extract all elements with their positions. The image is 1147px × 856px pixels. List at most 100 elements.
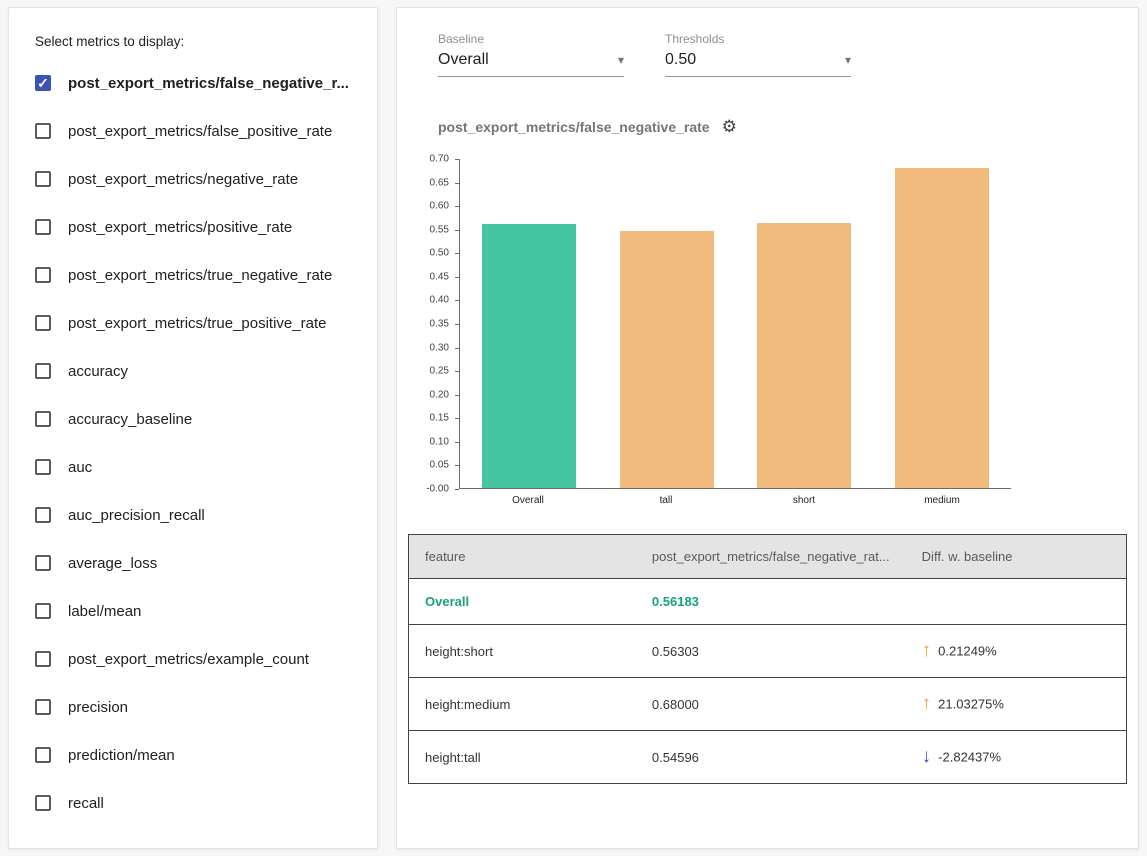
metric-label: accuracy xyxy=(68,363,128,380)
y-tick-label: 0.35 xyxy=(430,319,449,330)
metric-checkbox-row[interactable]: post_export_metrics/positive_rate xyxy=(33,203,353,251)
metric-checkbox-row[interactable]: prediction/mean xyxy=(33,731,353,779)
x-tick-label: short xyxy=(735,495,873,506)
diff-cell: ↑ 21.03275% xyxy=(906,678,1127,731)
metric-checkbox-row[interactable]: ✓post_export_metrics/false_negative_r... xyxy=(33,59,353,107)
metric-checkbox-row[interactable]: label/mean xyxy=(33,587,353,635)
bar-band xyxy=(736,159,874,488)
metric-label: post_export_metrics/true_positive_rate xyxy=(68,315,326,332)
y-tick-mark xyxy=(455,465,459,466)
metric-label: post_export_metrics/true_negative_rate xyxy=(68,267,332,284)
thresholds-select[interactable]: Thresholds 0.50 ▾ xyxy=(665,32,851,77)
metric-value-cell: 0.54596 xyxy=(636,731,906,784)
y-tick-mark xyxy=(455,183,459,184)
y-tick-label: 0.05 xyxy=(430,460,449,471)
metric-checkbox-row[interactable]: post_export_metrics/example_count xyxy=(33,635,353,683)
chevron-down-icon: ▾ xyxy=(845,53,851,67)
main-panel: Baseline Overall ▾ Thresholds 0.50 ▾ pos… xyxy=(396,7,1139,849)
feature-cell: Overall xyxy=(409,579,636,625)
checkbox-unchecked-icon[interactable] xyxy=(35,411,51,427)
metric-checkbox-row[interactable]: auc xyxy=(33,443,353,491)
checkbox-unchecked-icon[interactable] xyxy=(35,603,51,619)
y-tick-label: 0.20 xyxy=(430,389,449,400)
metric-list: ✓post_export_metrics/false_negative_r...… xyxy=(33,59,353,827)
baseline-select-label: Baseline xyxy=(438,32,624,46)
header-feature: feature xyxy=(409,535,636,579)
thresholds-select-label: Thresholds xyxy=(665,32,851,46)
checkbox-unchecked-icon[interactable] xyxy=(35,219,51,235)
metric-checkbox-row[interactable]: accuracy xyxy=(33,347,353,395)
y-tick-label: -0.00 xyxy=(426,484,449,495)
checkbox-unchecked-icon[interactable] xyxy=(35,267,51,283)
feature-cell: height:medium xyxy=(409,678,636,731)
metric-checkbox-row[interactable]: auc_precision_recall xyxy=(33,491,353,539)
y-tick-mark xyxy=(455,159,459,160)
chart-x-axis: Overalltallshortmedium xyxy=(459,495,1011,506)
y-tick-mark xyxy=(455,418,459,419)
table-row[interactable]: height:tall0.54596↓-2.82437% xyxy=(409,731,1127,784)
metric-checkbox-row[interactable]: average_loss xyxy=(33,539,353,587)
x-tick-label: medium xyxy=(873,495,1011,506)
metric-checkbox-row[interactable]: post_export_metrics/true_negative_rate xyxy=(33,251,353,299)
thresholds-select-value: 0.50 xyxy=(665,51,696,69)
checkbox-unchecked-icon[interactable] xyxy=(35,555,51,571)
table-row[interactable]: height:medium0.68000↑21.03275% xyxy=(409,678,1127,731)
table-header-row: feature post_export_metrics/false_negati… xyxy=(409,535,1127,579)
metric-label: post_export_metrics/false_positive_rate xyxy=(68,123,332,140)
checkbox-unchecked-icon[interactable] xyxy=(35,507,51,523)
checkbox-unchecked-icon[interactable] xyxy=(35,459,51,475)
thresholds-select-value-row: 0.50 ▾ xyxy=(665,51,851,77)
metric-checkbox-row[interactable]: accuracy_baseline xyxy=(33,395,353,443)
baseline-select-value-row: Overall ▾ xyxy=(438,51,624,77)
y-tick-mark xyxy=(455,371,459,372)
controls-row: Baseline Overall ▾ Thresholds 0.50 ▾ xyxy=(438,32,1127,77)
bar-short[interactable] xyxy=(757,223,851,488)
chevron-down-icon: ▾ xyxy=(618,53,624,67)
baseline-select[interactable]: Baseline Overall ▾ xyxy=(438,32,624,77)
down-arrow-icon: ↓ xyxy=(922,746,932,767)
bar-medium[interactable] xyxy=(895,168,989,488)
y-tick-label: 0.45 xyxy=(430,271,449,282)
sidebar-title: Select metrics to display: xyxy=(35,34,353,49)
metric-label: average_loss xyxy=(68,555,157,572)
table-row[interactable]: height:short0.56303↑0.21249% xyxy=(409,625,1127,678)
checkbox-unchecked-icon[interactable] xyxy=(35,747,51,763)
checkbox-unchecked-icon[interactable] xyxy=(35,363,51,379)
y-tick-mark xyxy=(455,277,459,278)
y-tick-mark xyxy=(455,253,459,254)
bar-band xyxy=(598,159,736,488)
diff-value: 21.03275% xyxy=(938,697,1004,712)
chart-y-axis: 0.700.650.600.550.500.450.400.350.300.25… xyxy=(413,159,459,489)
bar-tall[interactable] xyxy=(620,231,714,488)
checkbox-unchecked-icon[interactable] xyxy=(35,699,51,715)
y-tick-mark xyxy=(455,489,459,490)
metric-checkbox-row[interactable]: post_export_metrics/false_positive_rate xyxy=(33,107,353,155)
checkbox-unchecked-icon[interactable] xyxy=(35,171,51,187)
y-tick-label: 0.50 xyxy=(430,248,449,259)
metric-checkbox-row[interactable]: post_export_metrics/negative_rate xyxy=(33,155,353,203)
y-tick-mark xyxy=(455,442,459,443)
gear-icon[interactable]: ⚙ xyxy=(722,117,737,137)
metric-label: auc_precision_recall xyxy=(68,507,205,524)
feature-cell: height:short xyxy=(409,625,636,678)
checkbox-unchecked-icon[interactable] xyxy=(35,651,51,667)
metric-checkbox-row[interactable]: precision xyxy=(33,683,353,731)
checkbox-unchecked-icon[interactable] xyxy=(35,123,51,139)
checkbox-unchecked-icon[interactable] xyxy=(35,795,51,811)
bar-Overall[interactable] xyxy=(482,224,576,488)
up-arrow-icon: ↑ xyxy=(922,693,932,714)
bar-chart: 0.700.650.600.550.500.450.400.350.300.25… xyxy=(413,159,1127,489)
metric-checkbox-row[interactable]: post_export_metrics/true_positive_rate xyxy=(33,299,353,347)
metric-checkbox-row[interactable]: recall xyxy=(33,779,353,827)
feature-cell: height:tall xyxy=(409,731,636,784)
y-tick-label: 0.30 xyxy=(430,342,449,353)
up-arrow-icon: ↑ xyxy=(922,640,932,661)
metric-label: post_export_metrics/negative_rate xyxy=(68,171,298,188)
checkbox-unchecked-icon[interactable] xyxy=(35,315,51,331)
chart-title: post_export_metrics/false_negative_rate xyxy=(438,119,710,135)
metric-label: label/mean xyxy=(68,603,141,620)
checkbox-checked-icon[interactable]: ✓ xyxy=(35,75,51,91)
table-row[interactable]: Overall0.56183 xyxy=(409,579,1127,625)
diff-cell: ↑0.21249% xyxy=(906,625,1127,678)
diff-cell: ↓-2.82437% xyxy=(906,731,1127,784)
